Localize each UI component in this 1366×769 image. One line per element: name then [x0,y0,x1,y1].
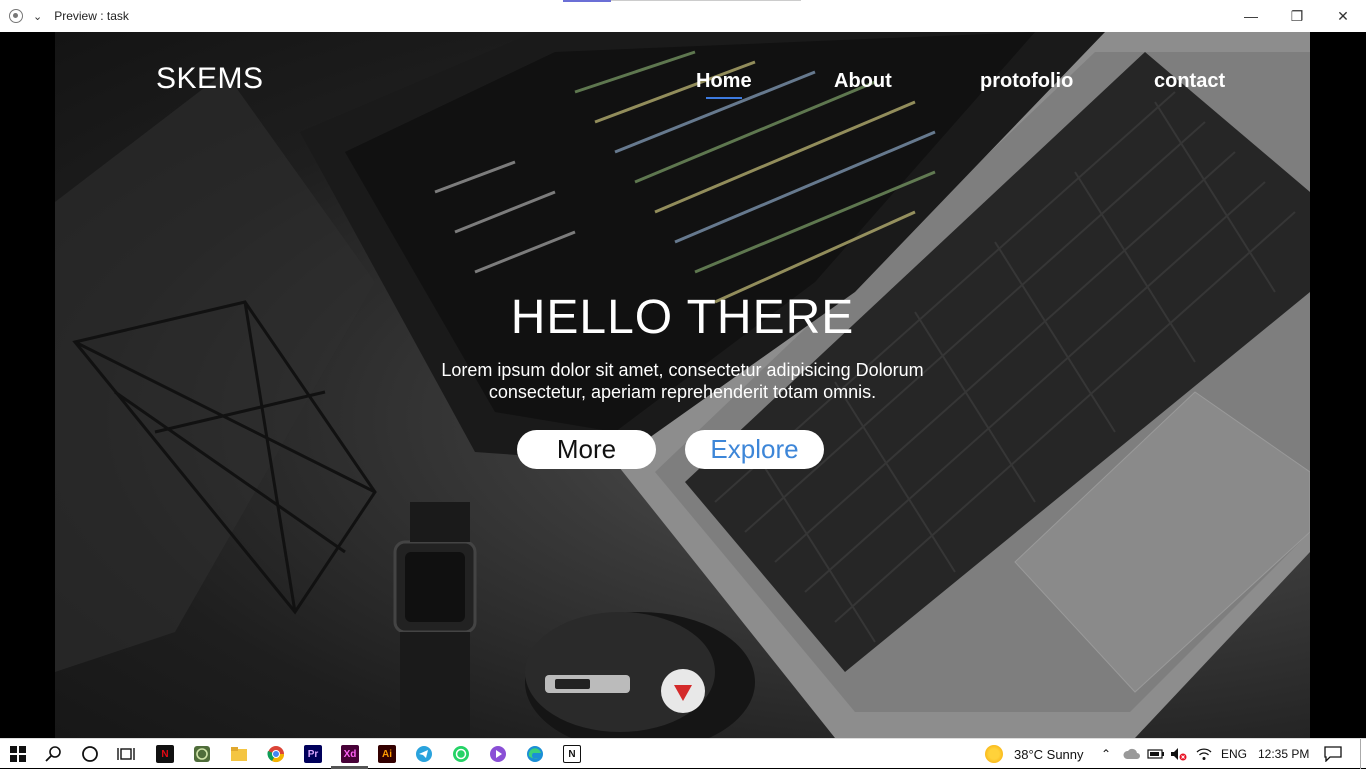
hero-section: SKEMS Home About protofolio contact HELL… [55,32,1310,738]
chevron-down-icon[interactable]: ⌄ [33,10,42,23]
more-button[interactable]: More [517,430,656,469]
nav-home[interactable]: Home [696,70,752,99]
close-icon[interactable]: ✕ [1320,0,1366,32]
task-view-icon[interactable] [117,745,135,763]
window-title-bar: ⌄ Preview : task — ❐ ✕ [0,0,1366,32]
whatsapp-icon[interactable] [452,745,470,763]
down-arrow-icon [674,685,692,701]
site-logo[interactable]: SKEMS [156,62,264,96]
preview-app-icon [9,9,23,23]
illustrator-icon[interactable]: Ai [378,745,396,763]
netflix-icon[interactable]: N [156,745,174,763]
hero-subtext-line-1: Lorem ipsum dolor sit amet, consectetur … [441,360,924,380]
hero-headline: HELLO THERE [510,291,855,344]
scroll-down-button[interactable] [661,669,705,713]
edge-icon[interactable] [526,745,544,763]
onedrive-icon[interactable] [1123,747,1141,761]
weather-text: 38°C Sunny [1014,746,1084,762]
notification-center-icon[interactable] [1324,746,1342,762]
language-indicator[interactable]: ENG [1221,739,1247,769]
show-desktop-divider[interactable] [1360,739,1361,769]
media-player-icon[interactable] [489,745,507,763]
file-explorer-icon[interactable] [230,745,248,763]
windows-start-icon[interactable] [9,745,27,763]
clock[interactable]: 12:35 PM [1258,739,1309,769]
minimize-icon[interactable]: — [1228,0,1274,32]
restore-icon[interactable]: ❐ [1274,0,1320,32]
show-hidden-icons-chevron[interactable]: ⌃ [1101,739,1111,769]
camtasia-icon[interactable] [193,745,211,763]
telegram-icon[interactable] [415,745,433,763]
hero-subtext-line-2: consectetur, aperiam reprehenderit totam… [488,382,877,402]
weather-widget[interactable]: 38°C Sunny [985,739,1084,769]
hero-subtext: Lorem ipsum dolor sit amet, consectetur … [395,359,970,403]
nav-about[interactable]: About [834,70,892,93]
windows-taskbar: N Pr Xd Ai N 38°C Sunny ⌃ ENG 12:35 PM [0,738,1366,769]
preview-stage: SKEMS Home About protofolio contact HELL… [0,32,1366,738]
window-title: Preview : task [54,9,129,23]
notion-icon[interactable]: N [563,745,581,763]
nav-portfolio[interactable]: protofolio [980,70,1073,93]
adobe-xd-icon[interactable]: Xd [341,745,359,763]
search-icon[interactable] [45,745,63,763]
chrome-icon[interactable] [267,745,285,763]
title-accent-line [563,0,611,2]
nav-contact[interactable]: contact [1154,70,1225,93]
window-controls: — ❐ ✕ [1228,0,1366,32]
title-divider-line [611,0,801,1]
cortana-icon[interactable] [81,745,99,763]
battery-icon[interactable] [1147,748,1165,760]
wifi-icon[interactable] [1196,747,1212,761]
sunny-weather-icon [985,745,1003,763]
volume-muted-icon[interactable] [1170,747,1188,761]
premiere-pro-icon[interactable]: Pr [304,745,322,763]
explore-button[interactable]: Explore [685,430,824,469]
